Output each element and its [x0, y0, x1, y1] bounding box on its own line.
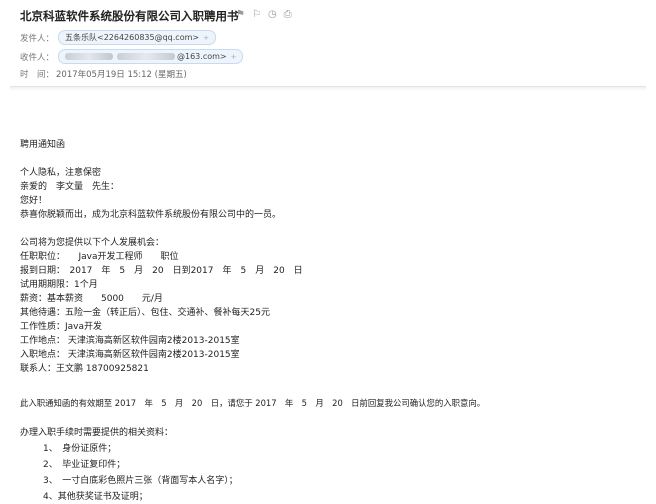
clock-icon[interactable]: ◷ — [268, 8, 277, 22]
recipient-address: @163.com> — [177, 52, 227, 61]
to-label: 收件人： — [20, 52, 55, 63]
time-row: 时 间： 2017年05月19日 15:12 (星期五) — [20, 68, 187, 80]
time-label: 时 间： — [20, 70, 55, 80]
list-item: 1、 身份证原件； — [34, 444, 117, 454]
email-header: 北京科蓝软件系统股份有限公司入职聘用书 ⚑ ⚐ ◷ ⎙ 发件人： 五条乐队<22… — [0, 0, 656, 86]
body-line: 报到日期： 2017 年 5 月 20 日到2017 年 5 月 20 日 — [20, 266, 303, 276]
header-shadow — [10, 87, 646, 91]
body-line: 公司将为您提供以下个人发展机会： — [20, 238, 165, 248]
flag-icon[interactable]: ⚑ — [236, 8, 245, 22]
body-line: 联系人：王文鹏 18700925821 — [20, 364, 149, 374]
body-line: 您好！ — [20, 196, 48, 206]
list-item: 2、 毕业证复印件； — [34, 460, 126, 470]
body-line: 亲爱的 李文量 先生： — [20, 182, 120, 192]
body-line: 恭喜你脱颖而出，成为北京科蓝软件系统股份有限公司中的一员。 — [20, 210, 282, 220]
sender-chip[interactable]: 五条乐队<2264260835@qq.com> + — [58, 30, 216, 45]
body-line: 薪资：基本薪资 5000 元/月 — [20, 294, 163, 304]
body-line: 入职地点： 天津滨海高新区软件园南2楼2013-2015室 — [20, 350, 240, 360]
body-line: 其他待遇：五险一金（转正后）、包住、交通补、餐补每天25元 — [20, 308, 270, 318]
body-line: 此入职通知函的有效期至 2017 年 5 月 20 日，请您于 2017 年 5… — [20, 398, 486, 408]
redacted-name — [65, 53, 113, 60]
email-subject: 北京科蓝软件系统股份有限公司入职聘用书 — [20, 9, 239, 23]
sender-address: 五条乐队<2264260835@qq.com> — [65, 33, 200, 42]
recipient-chip[interactable]: @163.com> + — [58, 49, 244, 64]
from-row: 发件人： 五条乐队<2264260835@qq.com> + — [20, 30, 216, 45]
from-label: 发件人： — [20, 33, 55, 44]
list-item: 3、 一寸白底彩色照片三张（背面写本人名字）； — [34, 476, 238, 486]
body-line: 工作性质：Java开发 — [20, 322, 103, 332]
body-line: 试用期期限：1个月 — [20, 280, 98, 290]
chip-dropdown-icon[interactable]: + — [203, 34, 209, 42]
bookmark-icon[interactable]: ⚐ — [252, 8, 261, 22]
to-row: 收件人： @163.com> + — [20, 49, 244, 64]
time-value: 2017年05月19日 15:12 (星期五) — [56, 70, 187, 80]
body-line: 办理入职手续时需要提供的相关资料： — [20, 428, 174, 438]
body-line: 任职职位： Java开发工程师 职位 — [20, 252, 179, 262]
body-heading: 聘用通知函 — [20, 140, 66, 150]
list-item: 4、其他获奖证书及证明； — [34, 492, 148, 502]
body-line: 个人隐私，注意保密 — [20, 168, 102, 178]
body-line: 工作地点： 天津滨海高新区软件园南2楼2013-2015室 — [20, 336, 240, 346]
print-icon[interactable]: ⎙ — [284, 8, 292, 22]
chip-dropdown-icon[interactable]: + — [231, 53, 237, 61]
redacted-email — [117, 53, 175, 60]
subject-actions: ⚑ ⚐ ◷ ⎙ — [236, 8, 292, 22]
